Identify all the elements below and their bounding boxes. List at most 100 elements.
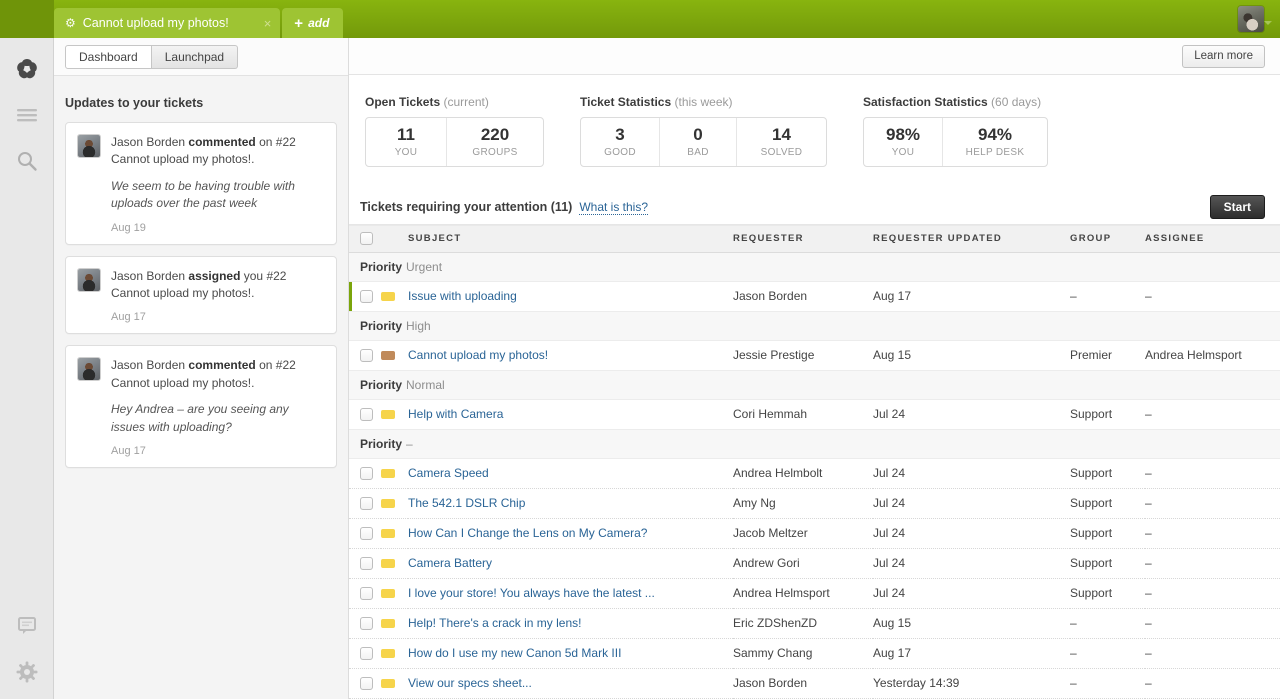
- update-body: Jason Borden commented on #22 Cannot upl…: [111, 134, 324, 234]
- updates-panel: Dashboard Launchpad Updates to your tick…: [54, 38, 349, 699]
- tab-dashboard[interactable]: Dashboard: [65, 45, 152, 69]
- what-is-this-link[interactable]: What is this?: [579, 200, 648, 215]
- table-row[interactable]: I love your store! You always have the l…: [349, 578, 1280, 608]
- table-row[interactable]: Issue with uploadingJason BordenAug 17––: [349, 281, 1280, 311]
- table-row[interactable]: View our specs sheet...Jason BordenYeste…: [349, 668, 1280, 698]
- ticket-subject-link[interactable]: The 542.1 DSLR Chip: [408, 496, 525, 510]
- gear-icon[interactable]: [0, 649, 54, 695]
- table-row[interactable]: Camera SpeedAndrea HelmboltJul 24Support…: [349, 458, 1280, 488]
- column-requester[interactable]: REQUESTER: [733, 225, 873, 252]
- row-subject-cell: How do I use my new Canon 5d Mark III: [408, 638, 733, 668]
- row-checkbox-cell[interactable]: [349, 518, 381, 548]
- stat-label: BAD: [660, 147, 736, 158]
- ticket-subject-link[interactable]: Cannot upload my photos!: [408, 348, 548, 362]
- table-row[interactable]: Camera BatteryAndrew GoriJul 24Support–: [349, 548, 1280, 578]
- close-icon[interactable]: ×: [264, 17, 272, 30]
- ticket-subject-link[interactable]: I love your store! You always have the l…: [408, 586, 655, 600]
- table-row[interactable]: How Can I Change the Lens on My Camera?J…: [349, 518, 1280, 548]
- comment-icon[interactable]: [0, 603, 54, 649]
- stat-cell[interactable]: 220GROUPS: [446, 118, 543, 166]
- column-group[interactable]: GROUP: [1070, 225, 1145, 252]
- tab-label: Cannot upload my photos!: [83, 16, 229, 30]
- stat-cell[interactable]: 94%HELP DESK: [942, 118, 1047, 166]
- attention-bar: Tickets requiring your attention (11) Wh…: [349, 191, 1280, 225]
- column-requester-updated[interactable]: REQUESTER UPDATED: [873, 225, 1070, 252]
- menu-hamburger-icon[interactable]: [0, 92, 54, 138]
- table-row[interactable]: Cannot upload my photos!Jessie PrestigeA…: [349, 340, 1280, 370]
- row-assignee: –: [1145, 399, 1280, 429]
- row-checkbox[interactable]: [360, 527, 373, 540]
- user-avatar[interactable]: [1237, 5, 1265, 33]
- stat-box: 11YOU220GROUPS: [365, 117, 544, 167]
- ticket-subject-link[interactable]: Help with Camera: [408, 407, 503, 421]
- start-button[interactable]: Start: [1210, 195, 1265, 219]
- ticket-subject-link[interactable]: How Can I Change the Lens on My Camera?: [408, 526, 647, 540]
- row-checkbox-cell[interactable]: [349, 578, 381, 608]
- row-checkbox-cell[interactable]: [349, 399, 381, 429]
- stat-cell[interactable]: 0BAD: [659, 118, 736, 166]
- status-badge-icon: [381, 649, 395, 658]
- ticket-subject-link[interactable]: How do I use my new Canon 5d Mark III: [408, 646, 621, 660]
- row-checkbox[interactable]: [360, 617, 373, 630]
- add-tab-button[interactable]: + add: [282, 8, 343, 38]
- stat-cell[interactable]: 14SOLVED: [736, 118, 826, 166]
- row-checkbox[interactable]: [360, 587, 373, 600]
- tab-cannot-upload-my-photos[interactable]: ⚙ Cannot upload my photos! ×: [54, 8, 280, 38]
- row-checkbox[interactable]: [360, 290, 373, 303]
- table-row[interactable]: How do I use my new Canon 5d Mark IIISam…: [349, 638, 1280, 668]
- logo-pinwheel-icon[interactable]: [0, 46, 54, 92]
- icon-rail: [0, 38, 54, 699]
- stat-label: GROUPS: [447, 147, 543, 158]
- update-card[interactable]: Jason Borden assigned you #22 Cannot upl…: [65, 256, 337, 335]
- row-checkbox-cell[interactable]: [349, 668, 381, 698]
- stat-cell[interactable]: 98%YOU: [864, 118, 942, 166]
- row-checkbox-cell[interactable]: [349, 548, 381, 578]
- row-assignee: –: [1145, 668, 1280, 698]
- learn-more-button[interactable]: Learn more: [1182, 45, 1265, 68]
- row-subject-cell: Camera Speed: [408, 458, 733, 488]
- row-checkbox[interactable]: [360, 677, 373, 690]
- row-checkbox-cell[interactable]: [349, 638, 381, 668]
- row-checkbox-cell[interactable]: [349, 281, 381, 311]
- stat-cell[interactable]: 3GOOD: [581, 118, 659, 166]
- stat-cell[interactable]: 11YOU: [366, 118, 446, 166]
- column-assignee[interactable]: ASSIGNEE: [1145, 225, 1280, 252]
- table-row[interactable]: Help! There's a crack in my lens! Eric ZD…: [349, 608, 1280, 638]
- browser-tabs-strip: ⚙ Cannot upload my photos! × + add: [54, 0, 343, 38]
- chevron-down-icon[interactable]: [1264, 21, 1272, 25]
- row-requester: Eric ZDShenZD: [733, 608, 873, 638]
- stat-group-subtitle: (this week): [675, 95, 733, 109]
- row-checkbox[interactable]: [360, 349, 373, 362]
- update-card[interactable]: Jason Borden commented on #22 Cannot upl…: [65, 122, 337, 245]
- priority-word: Priority: [360, 260, 402, 274]
- row-checkbox[interactable]: [360, 647, 373, 660]
- update-card[interactable]: Jason Borden commented on #22 Cannot upl…: [65, 345, 337, 468]
- avatar: [77, 134, 101, 158]
- ticket-subject-link[interactable]: Camera Speed: [408, 466, 489, 480]
- column-subject[interactable]: SUBJECT: [408, 225, 733, 252]
- row-checkbox-cell[interactable]: [349, 340, 381, 370]
- select-all-checkbox[interactable]: [360, 232, 373, 245]
- update-user: Jason Borden: [111, 135, 188, 149]
- ticket-subject-link[interactable]: Help! There's a crack in my lens!: [408, 616, 581, 630]
- ticket-subject-link[interactable]: Issue with uploading: [408, 289, 517, 303]
- table-row[interactable]: Help with CameraCori HemmahJul 24Support…: [349, 399, 1280, 429]
- ticket-subject-link[interactable]: View our specs sheet...: [408, 676, 532, 690]
- search-icon[interactable]: [0, 138, 54, 184]
- row-checkbox-cell[interactable]: [349, 488, 381, 518]
- row-checkbox[interactable]: [360, 467, 373, 480]
- stat-group-subtitle: (60 days): [991, 95, 1041, 109]
- ticket-subject-link[interactable]: Camera Battery: [408, 556, 492, 570]
- row-status-cell: [381, 399, 408, 429]
- row-checkbox-cell[interactable]: [349, 458, 381, 488]
- row-assignee: –: [1145, 548, 1280, 578]
- select-all-header[interactable]: [349, 225, 381, 252]
- table-row[interactable]: The 542.1 DSLR ChipAmy NgJul 24Support–: [349, 488, 1280, 518]
- row-checkbox[interactable]: [360, 497, 373, 510]
- row-checkbox[interactable]: [360, 557, 373, 570]
- row-checkbox[interactable]: [360, 408, 373, 421]
- row-checkbox-cell[interactable]: [349, 608, 381, 638]
- priority-group-row: Priority–: [349, 429, 1280, 458]
- update-body: Jason Borden assigned you #22 Cannot upl…: [111, 268, 324, 324]
- tab-launchpad[interactable]: Launchpad: [152, 45, 238, 69]
